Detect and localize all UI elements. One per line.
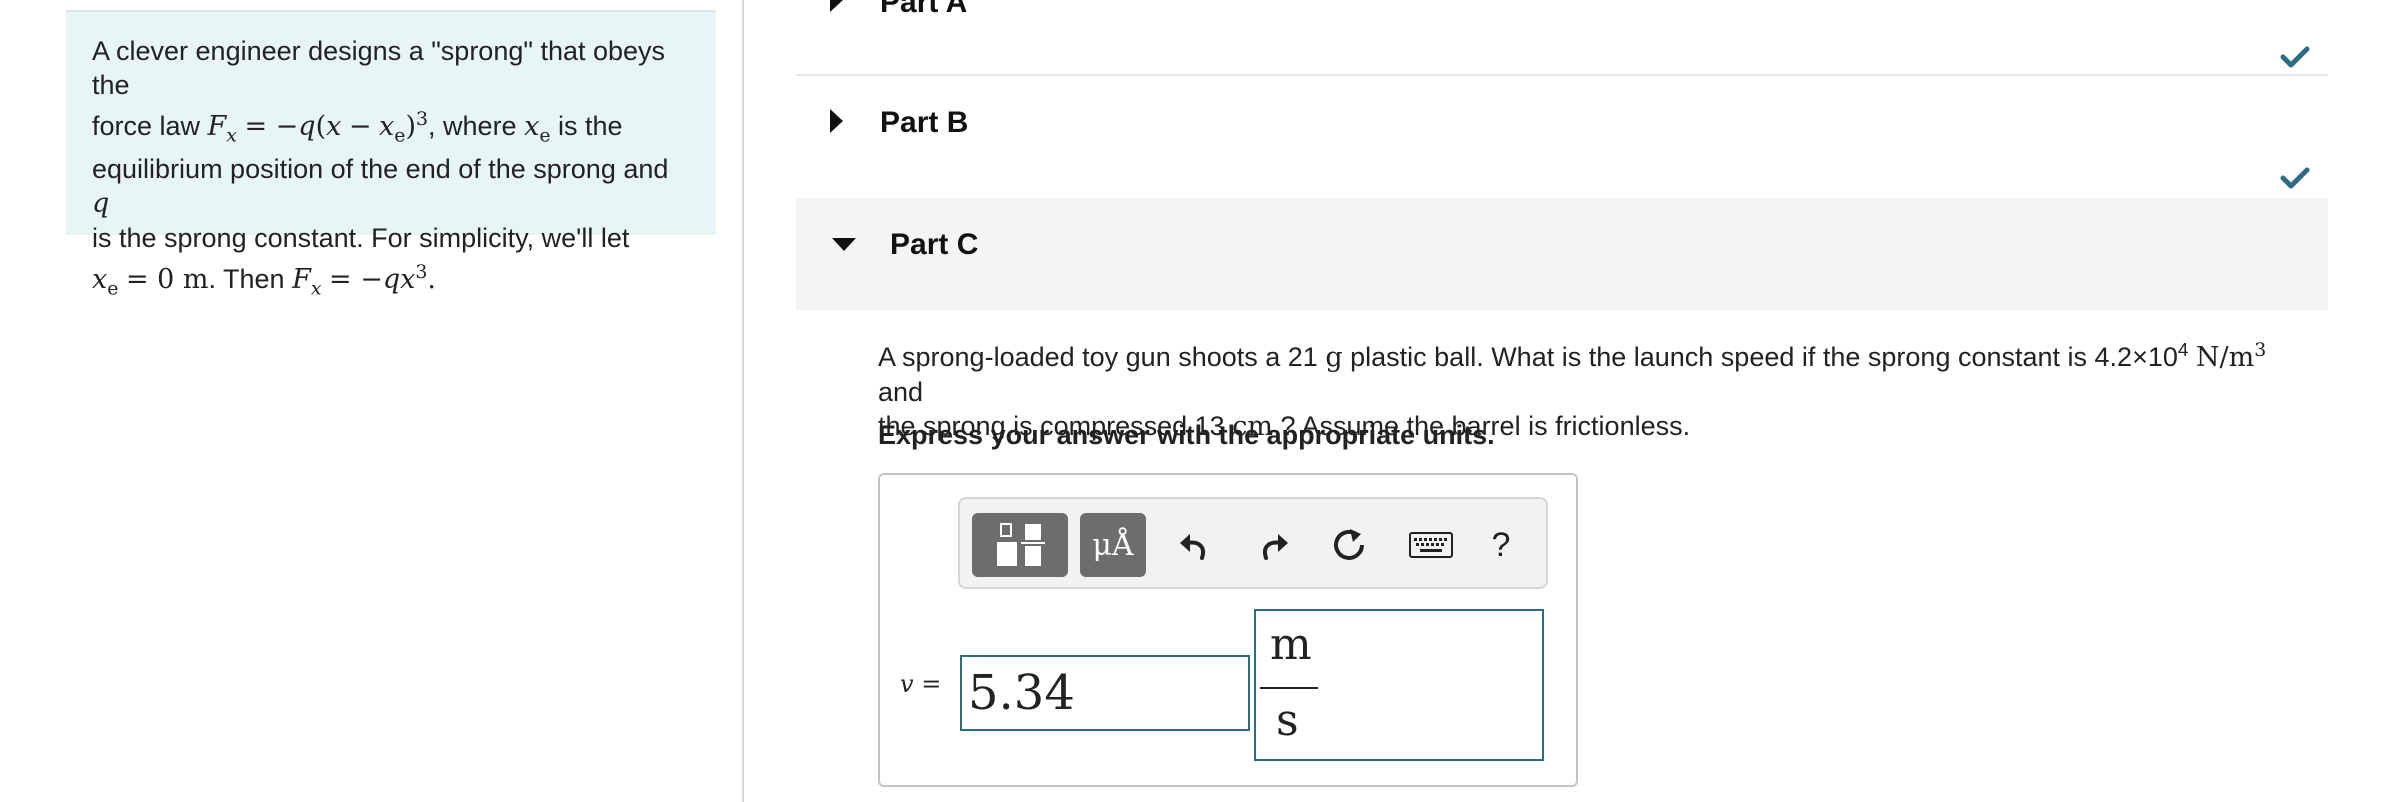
- answer-unit-input[interactable]: m s: [1254, 609, 1544, 761]
- unit-denominator: s: [1276, 695, 1299, 746]
- part-a-check-icon: [2280, 46, 2310, 68]
- answer-value-input[interactable]: 5.34: [960, 655, 1250, 731]
- reset-icon: [1334, 529, 1364, 560]
- redo-button[interactable]: [1246, 513, 1302, 577]
- answer-box: μÅ ? v = 5.34 m s: [878, 473, 1578, 787]
- templates-icon: [997, 523, 1045, 566]
- intro-line-1: A clever engineer designs a "sprong" tha…: [92, 36, 666, 100]
- part-c-label[interactable]: Part C: [890, 228, 978, 262]
- reset-button[interactable]: [1322, 513, 1378, 577]
- unit-fraction-bar: [1260, 687, 1318, 689]
- intro-line-4: is the sprong constant. For simplicity, …: [92, 223, 630, 254]
- intro-line-5: xe = 0 m. Then Fx = −qx3.: [92, 261, 436, 300]
- part-a-label[interactable]: Part A: [880, 0, 967, 20]
- undo-button[interactable]: [1166, 513, 1222, 577]
- templates-button[interactable]: [972, 513, 1068, 577]
- expand-part-b-icon[interactable]: [830, 109, 843, 133]
- math-toolbar: μÅ ?: [958, 497, 1548, 589]
- intro-line-2: force law Fx = −q(x − xe)3, where xe is …: [92, 108, 623, 147]
- answer-variable-label: v =: [900, 670, 942, 698]
- answer-instruction: Express your answer with the appropriate…: [878, 420, 1495, 450]
- redo-icon: [1263, 534, 1288, 560]
- units-button[interactable]: μÅ: [1080, 513, 1146, 577]
- part-a-divider: [796, 74, 2328, 76]
- unit-numerator: m: [1270, 619, 1312, 670]
- expand-part-a-icon[interactable]: [830, 0, 843, 12]
- keyboard-button[interactable]: [1396, 513, 1466, 577]
- intro-line-3: equilibrium position of the end of the s…: [92, 154, 669, 220]
- keyboard-icon: [1409, 532, 1453, 558]
- undo-icon: [1180, 534, 1205, 560]
- problem-intro: A clever engineer designs a "sprong" tha…: [66, 10, 716, 300]
- part-c-header[interactable]: [796, 198, 2328, 310]
- part-b-label[interactable]: Part B: [880, 106, 968, 140]
- part-b-check-icon: [2280, 167, 2310, 189]
- column-divider: [742, 0, 744, 802]
- collapse-part-c-icon[interactable]: [832, 238, 856, 251]
- help-button[interactable]: ?: [1476, 513, 1526, 577]
